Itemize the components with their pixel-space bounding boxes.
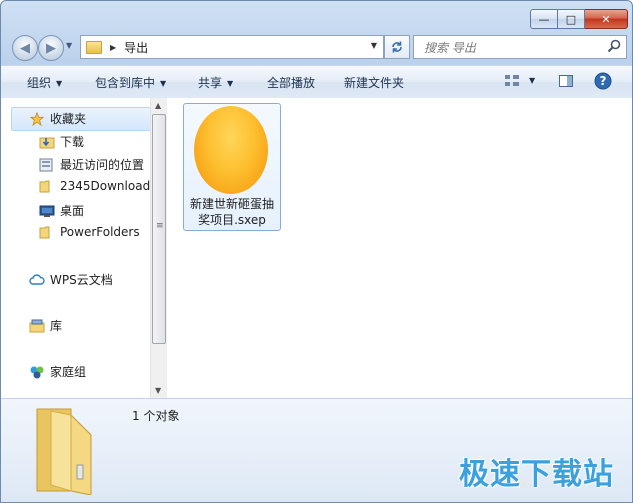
details-pane: 1 个对象 极速下载站	[1, 398, 632, 502]
content-area: 收藏夹 下载 最近访问的位置 2345Downloads 桌面 PowerFol…	[1, 98, 632, 398]
sidebar-item-label: 桌面	[60, 204, 85, 218]
download-folder-icon	[39, 137, 55, 148]
share-label: 共享	[198, 76, 223, 90]
sidebar-item-libraries[interactable]: 库	[29, 317, 62, 334]
refresh-icon	[392, 41, 402, 53]
share-menu[interactable]: 共享 ▼	[198, 74, 233, 91]
folder-icon	[39, 226, 50, 239]
breadcrumb-current[interactable]: 导出	[124, 39, 148, 56]
folder-icon	[39, 180, 50, 193]
svg-text:?: ?	[600, 74, 607, 88]
sidebar-item-powerfolders[interactable]: PowerFolders	[39, 225, 140, 239]
maximize-icon: □	[565, 12, 577, 26]
maximize-button[interactable]: □	[558, 9, 585, 29]
scroll-down-icon[interactable]: ▼	[155, 386, 161, 395]
desktop-icon	[39, 205, 55, 217]
sidebar-item-label: 收藏夹	[50, 112, 87, 126]
caption-buttons: — □ ✕	[530, 9, 628, 29]
folder-icon	[36, 408, 92, 495]
search-icon[interactable]	[607, 39, 621, 53]
sidebar-item-recent[interactable]: 最近访问的位置	[39, 156, 144, 173]
chevron-down-icon: ▼	[227, 79, 234, 88]
star-icon	[29, 111, 45, 126]
recent-places-icon	[39, 158, 53, 171]
close-icon: ✕	[601, 12, 611, 26]
explorer-window: — □ ✕ ◀ ▶ ▼ ▶ 导出 ▼ 搜索 导出 组织 ▼ 包含到库中 ▼ 共享…	[0, 0, 633, 503]
search-placeholder: 搜索 导出	[424, 40, 476, 55]
breadcrumb-separator-icon[interactable]: ▶	[110, 43, 116, 52]
file-list: 新建世新砸蛋抽奖项目.sxep	[167, 98, 632, 398]
back-button[interactable]: ◀	[12, 35, 38, 61]
sidebar-item-label: 2345Downloads	[60, 179, 157, 193]
search-input[interactable]: 搜索 导出	[413, 35, 627, 59]
play-all-button[interactable]: 全部播放	[267, 74, 315, 91]
close-button[interactable]: ✕	[585, 9, 628, 29]
chevron-down-icon: ▼	[160, 79, 167, 88]
refresh-button[interactable]	[384, 35, 410, 59]
address-bar[interactable]: ▶ 导出 ▼	[80, 35, 384, 59]
sidebar-item-desktop[interactable]: 桌面	[39, 202, 84, 219]
sidebar-item-label: WPS云文档	[50, 273, 113, 287]
grip-icon: ≡	[156, 221, 164, 231]
include-in-library-label: 包含到库中	[95, 76, 156, 90]
organize-menu[interactable]: 组织 ▼	[27, 74, 62, 91]
forward-arrow-icon: ▶	[46, 40, 56, 56]
sidebar-item-favorites[interactable]: 收藏夹	[29, 110, 86, 127]
item-count: 1 个对象	[132, 409, 180, 423]
new-folder-label: 新建文件夹	[344, 76, 405, 90]
nav-pane-scrollbar[interactable]: ▲ ≡ ▼	[150, 98, 167, 398]
sidebar-item-downloads[interactable]: 下载	[39, 133, 84, 150]
chevron-down-icon: ▼	[56, 79, 63, 88]
sidebar-item-label: PowerFolders	[60, 225, 140, 239]
sidebar-item-homegroup[interactable]: 家庭组	[29, 363, 86, 380]
new-folder-button[interactable]: 新建文件夹	[344, 74, 404, 91]
preview-pane-icon[interactable]	[558, 73, 574, 89]
sidebar-item-wps-cloud[interactable]: WPS云文档	[29, 271, 113, 288]
minimize-button[interactable]: —	[530, 9, 558, 29]
sidebar-item-label: 下载	[60, 135, 85, 149]
scrollbar-thumb[interactable]: ≡	[152, 114, 166, 344]
file-item[interactable]: 新建世新砸蛋抽奖项目.sxep	[183, 103, 281, 231]
view-options-icon[interactable]	[504, 73, 520, 89]
homegroup-icon	[30, 366, 44, 378]
minimize-icon: —	[538, 12, 550, 26]
watermark: 极速下载站	[459, 457, 614, 492]
include-in-library-menu[interactable]: 包含到库中 ▼	[95, 74, 166, 91]
sidebar-item-2345downloads[interactable]: 2345Downloads	[39, 179, 156, 193]
back-arrow-icon: ◀	[20, 40, 30, 56]
forward-button[interactable]: ▶	[38, 35, 64, 61]
golden-egg-icon	[194, 106, 268, 194]
help-icon[interactable]: ?	[594, 72, 612, 90]
folder-icon	[86, 40, 102, 54]
address-history-dropdown-icon[interactable]: ▼	[371, 41, 377, 50]
sidebar-item-label: 最近访问的位置	[60, 158, 145, 172]
sidebar-item-label: 库	[50, 319, 63, 333]
library-icon	[29, 319, 45, 332]
scroll-up-icon[interactable]: ▲	[155, 101, 161, 110]
command-bar: 组织 ▼ 包含到库中 ▼ 共享 ▼ 全部播放 新建文件夹 ▼ ?	[1, 65, 632, 99]
view-dropdown-icon[interactable]: ▼	[529, 76, 535, 85]
file-name: 新建世新砸蛋抽奖项目.sxep	[189, 197, 274, 227]
recent-pages-dropdown-icon[interactable]: ▼	[66, 41, 72, 50]
navigation-bar: ◀ ▶ ▼ ▶ 导出 ▼ 搜索 导出	[1, 33, 632, 61]
play-all-label: 全部播放	[267, 76, 316, 90]
organize-label: 组织	[27, 76, 52, 90]
navigation-pane: 收藏夹 下载 最近访问的位置 2345Downloads 桌面 PowerFol…	[1, 98, 156, 398]
sidebar-item-label: 家庭组	[50, 365, 87, 379]
cloud-icon	[29, 273, 45, 285]
